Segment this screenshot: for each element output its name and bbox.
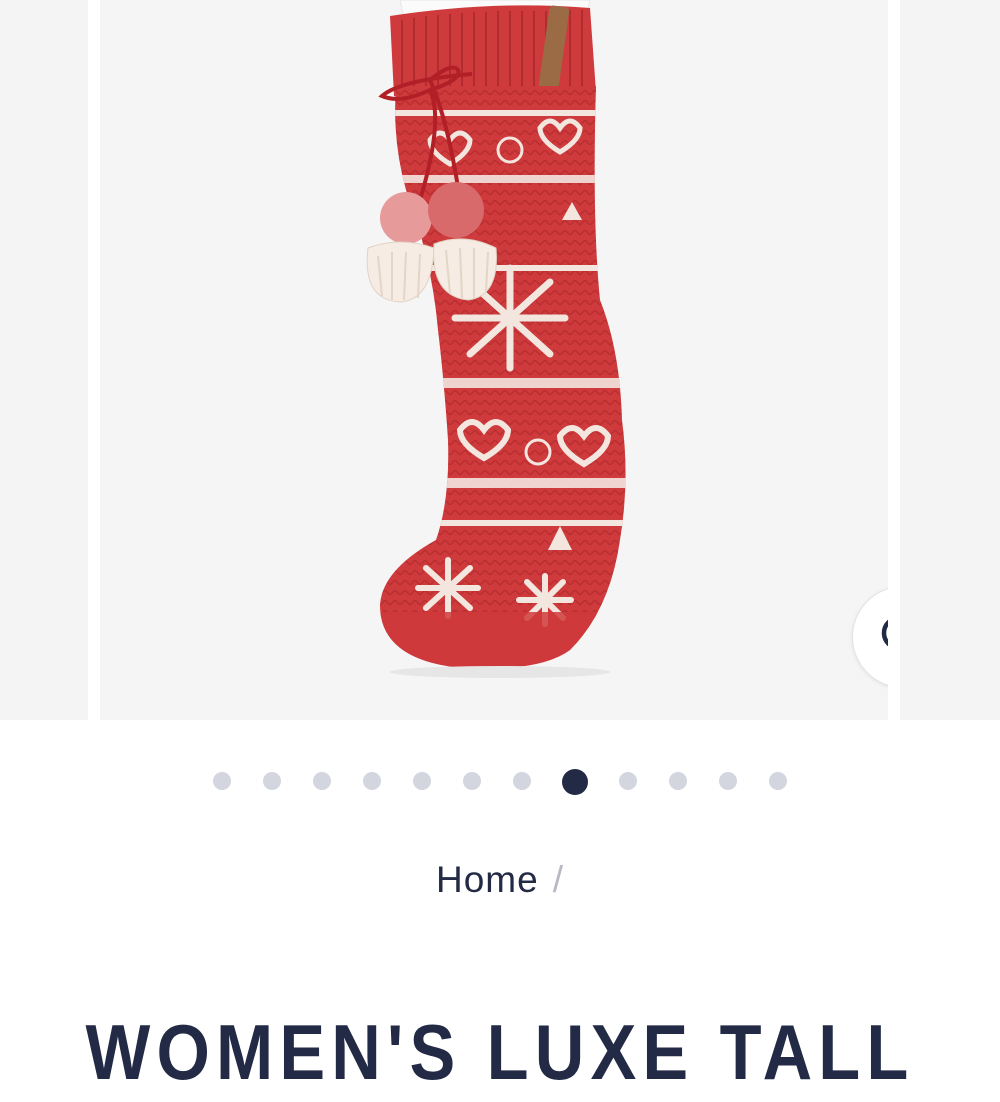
product-title: WOMEN'S LUXE TALL xyxy=(85,1008,915,1097)
pagination-dot[interactable] xyxy=(263,772,281,790)
pagination-dot[interactable] xyxy=(619,772,637,790)
pagination-dot[interactable] xyxy=(413,772,431,790)
breadcrumb-separator: / xyxy=(552,859,564,900)
product-image[interactable] xyxy=(100,0,888,720)
next-slide-peek[interactable] xyxy=(900,0,1000,720)
pagination-dot[interactable] xyxy=(213,772,231,790)
pagination-dot-active[interactable] xyxy=(562,769,588,795)
pagination-dot[interactable] xyxy=(769,772,787,790)
product-image-slide[interactable] xyxy=(100,0,888,720)
pagination-dot[interactable] xyxy=(463,772,481,790)
pagination-dot[interactable] xyxy=(669,772,687,790)
pagination-dot[interactable] xyxy=(513,772,531,790)
pagination-dot[interactable] xyxy=(719,772,737,790)
search-icon xyxy=(881,619,888,647)
product-gallery xyxy=(0,0,1000,720)
breadcrumb-home-link[interactable]: Home xyxy=(436,859,539,901)
breadcrumb: Home / xyxy=(0,852,1000,908)
pagination-dot[interactable] xyxy=(313,772,331,790)
gallery-pagination xyxy=(0,762,1000,802)
pagination-dot[interactable] xyxy=(363,772,381,790)
previous-slide-peek[interactable] xyxy=(0,0,88,720)
